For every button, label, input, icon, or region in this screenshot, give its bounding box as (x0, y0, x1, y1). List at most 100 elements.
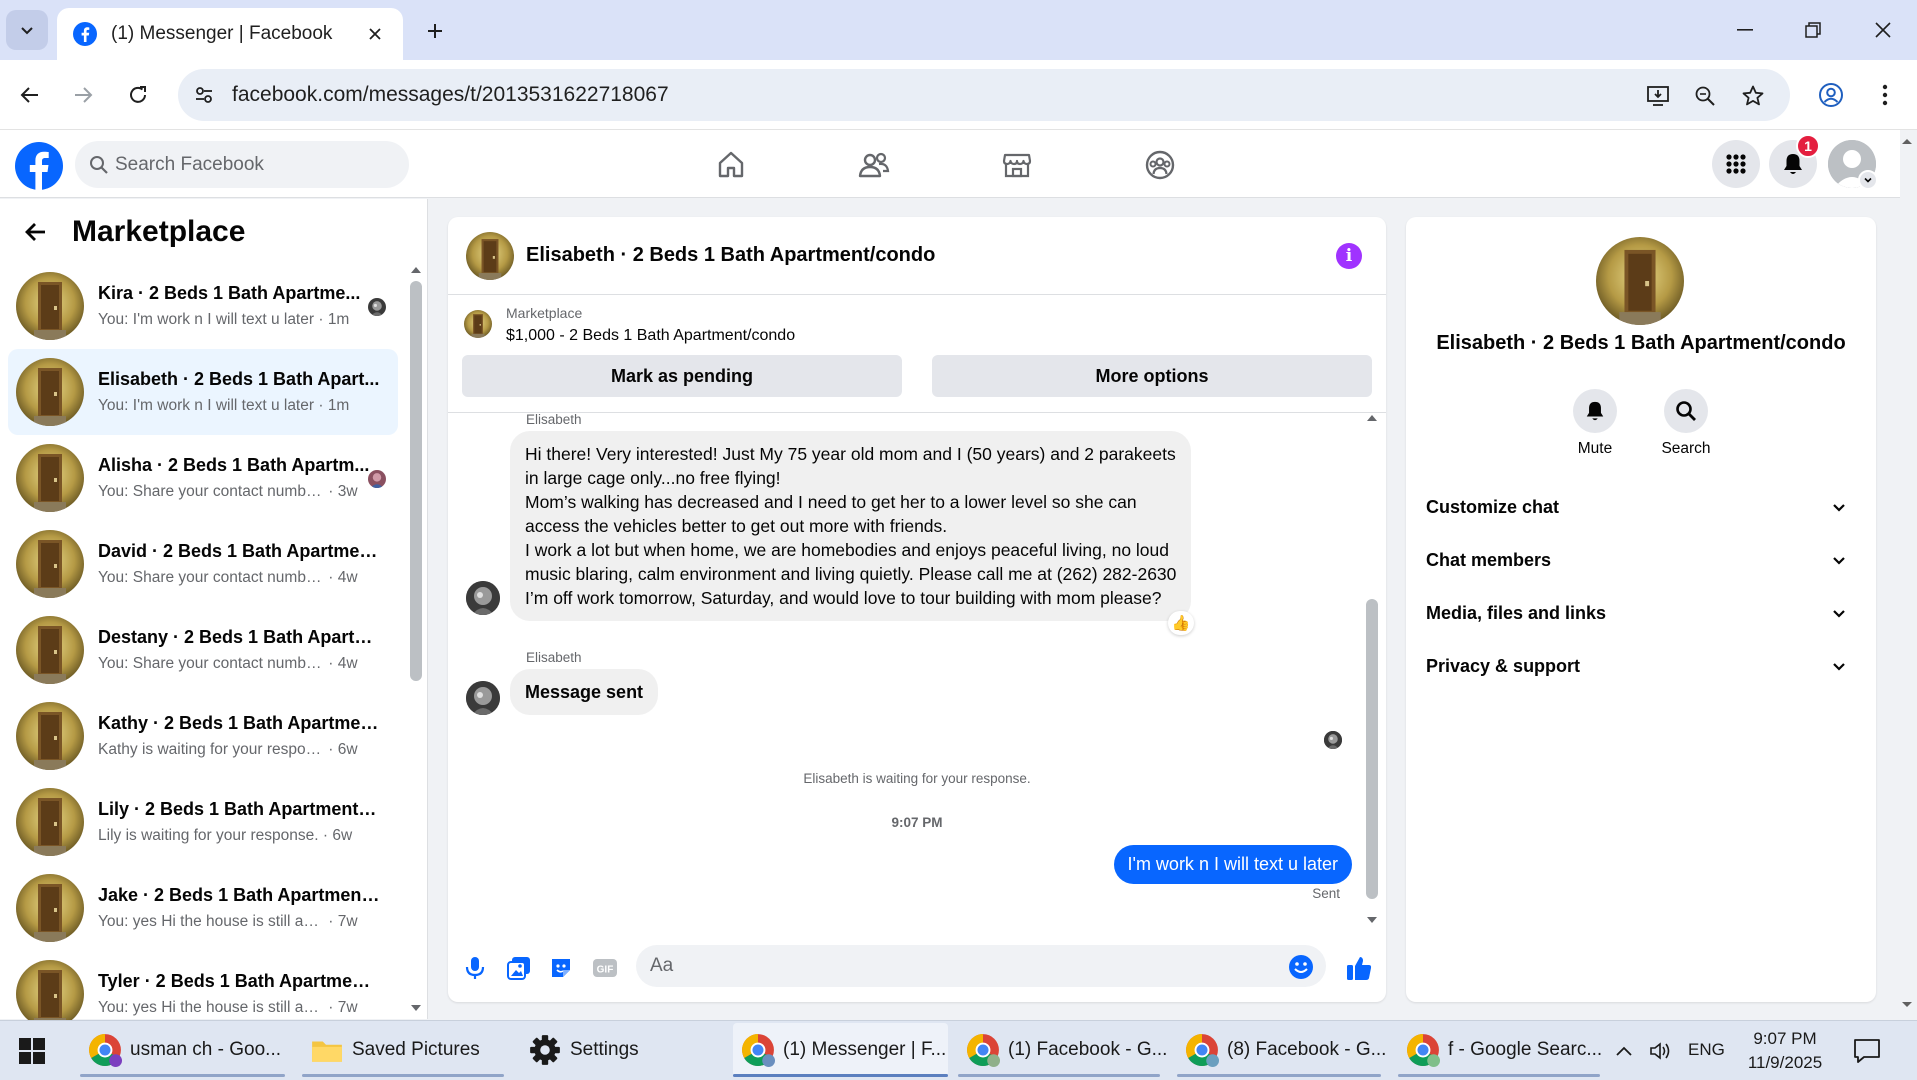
nav-home[interactable] (703, 140, 759, 190)
facebook-search-input[interactable] (115, 141, 395, 188)
privacy-support-row[interactable]: Privacy & support (1418, 642, 1864, 692)
forward-button[interactable] (63, 75, 103, 115)
nav-groups[interactable] (1132, 140, 1188, 190)
conversation-item[interactable]: Jake · 2 Beds 1 Bath Apartment/... You: … (8, 865, 398, 951)
taskbar-settings[interactable]: Settings (520, 1023, 726, 1077)
listing-thumbnail (16, 616, 84, 684)
nav-friends[interactable] (846, 140, 902, 190)
listing-thumbnail (16, 444, 84, 512)
taskbar-chrome-google-search[interactable]: f - Google Searc... (1398, 1023, 1602, 1077)
conversation-time: 4w (337, 569, 358, 586)
more-options-button[interactable]: More options (932, 355, 1372, 397)
close-window-button[interactable] (1858, 12, 1908, 48)
listing-title[interactable]: $1,000 - 2 Beds 1 Bath Apartment/condo (506, 327, 795, 345)
conversation-item[interactable]: Kathy · 2 Beds 1 Bath Apartmen... Kathy … (8, 693, 398, 779)
back-arrow-button[interactable] (20, 216, 52, 248)
conversation-item-active[interactable]: Elisabeth · 2 Beds 1 Bath Apart... You: … (8, 349, 398, 435)
message-input[interactable] (650, 945, 1270, 987)
message-composer: GIF (448, 937, 1386, 997)
gif-icon[interactable]: GIF (590, 953, 620, 983)
windows-start-icon[interactable] (18, 1037, 46, 1065)
customize-chat-row[interactable]: Customize chat (1418, 483, 1864, 533)
emoji-icon[interactable] (1288, 954, 1314, 980)
sidebar-scrollbar[interactable] (410, 281, 422, 681)
install-app-icon[interactable] (1643, 81, 1673, 111)
search-action[interactable]: Search (1646, 389, 1726, 458)
taskbar-chrome-usman[interactable]: usman ch - Goo... (80, 1023, 285, 1077)
back-button[interactable] (10, 75, 50, 115)
message-input-box[interactable] (636, 945, 1326, 987)
seen-avatar (368, 298, 386, 316)
sidebar-scroll-down-arrow[interactable] (410, 1003, 422, 1013)
taskbar-chrome-facebook-1[interactable]: (1) Facebook - G... (958, 1023, 1167, 1077)
new-tab-button[interactable] (420, 16, 450, 46)
info-panel-title: Elisabeth · 2 Beds 1 Bath Apartment/cond… (1436, 332, 1846, 354)
groups-icon (1145, 150, 1175, 180)
conversation-item[interactable]: Destany · 2 Beds 1 Bath Apartm... You: S… (8, 607, 398, 693)
photo-attach-icon[interactable] (504, 953, 534, 983)
taskbar-clock[interactable]: 9:07 PM 11/9/2025 (1740, 1027, 1830, 1075)
browser-tab-active[interactable]: (1) Messenger | Facebook (57, 8, 403, 60)
conversation-preview: You: I'm work n I will text u later (98, 311, 315, 328)
address-bar[interactable]: facebook.com/messages/t/2013531622718067 (178, 69, 1790, 121)
page-scroll-down-arrow[interactable] (1900, 1000, 1914, 1010)
url-text[interactable]: facebook.com/messages/t/2013531622718067 (232, 83, 669, 107)
close-tab-icon[interactable] (363, 22, 387, 46)
restore-window-button[interactable] (1788, 12, 1838, 48)
microphone-icon[interactable] (460, 953, 490, 983)
input-language[interactable]: ENG (1688, 1040, 1725, 1060)
media-files-links-row[interactable]: Media, files and links (1418, 589, 1864, 639)
taskbar-chrome-messenger[interactable]: (1) Messenger | F... (733, 1023, 948, 1077)
conversation-item[interactable]: David · 2 Beds 1 Bath Apartmen... You: S… (8, 521, 398, 607)
sticker-icon[interactable] (546, 953, 576, 983)
conversation-time: 6w (332, 827, 353, 844)
taskbar-chrome-facebook-8[interactable]: (8) Facebook - G... (1177, 1023, 1386, 1077)
mark-as-pending-button[interactable]: Mark as pending (462, 355, 902, 397)
conversation-item[interactable]: Kira · 2 Beds 1 Bath Apartme... You: I'm… (8, 263, 398, 349)
zoom-icon[interactable] (1690, 81, 1720, 111)
chat-title[interactable]: Elisabeth · 2 Beds 1 Bath Apartment/cond… (526, 244, 935, 267)
tab-list-button[interactable] (6, 10, 48, 50)
thumbs-up-reaction[interactable]: 👍 (1168, 611, 1194, 635)
chat-scrollbar[interactable] (1366, 599, 1378, 899)
minimize-window-button[interactable] (1720, 12, 1770, 48)
sender-avatar[interactable] (466, 681, 500, 715)
incoming-message-bubble[interactable]: Message sent (510, 669, 659, 715)
outgoing-message-bubble[interactable]: I'm work n I will text u later (1113, 845, 1352, 884)
account-chevron-icon[interactable] (1858, 170, 1878, 190)
conversation-item[interactable]: Lily · 2 Beds 1 Bath Apartment/c... Lily… (8, 779, 398, 865)
menu-button[interactable] (1712, 140, 1760, 188)
reload-button[interactable] (118, 75, 158, 115)
seen-avatar (368, 470, 386, 488)
nav-marketplace[interactable] (989, 140, 1045, 190)
mute-action[interactable]: Mute (1555, 389, 1635, 458)
bookmark-star-icon[interactable] (1738, 81, 1768, 111)
listing-thumbnail (16, 530, 84, 598)
page-scroll-up-arrow[interactable] (1900, 136, 1914, 146)
taskbar-label: Settings (570, 1039, 639, 1060)
arrow-left-icon (20, 87, 38, 103)
chat-scroll-up-arrow[interactable] (1366, 413, 1378, 423)
facebook-logo-icon[interactable] (15, 142, 63, 190)
incoming-message-bubble[interactable]: Hi there! Very interested! Just My 75 ye… (510, 431, 1192, 621)
account-button[interactable] (1811, 75, 1851, 115)
facebook-header: 1 (0, 130, 1900, 198)
chat-scroll-down-arrow[interactable] (1366, 915, 1378, 925)
facebook-search-box[interactable] (75, 141, 409, 188)
notification-center-icon[interactable] (1852, 1037, 1882, 1065)
sender-avatar[interactable] (466, 581, 500, 615)
browser-tab-bar: (1) Messenger | Facebook (0, 0, 1917, 60)
row-label: Customize chat (1426, 497, 1560, 517)
speaker-icon[interactable] (1648, 1039, 1672, 1063)
sidebar-scroll-up-arrow[interactable] (410, 265, 422, 275)
browser-menu-button[interactable] (1865, 75, 1905, 115)
site-info-icon[interactable] (188, 79, 220, 111)
chat-listing-thumbnail[interactable] (466, 232, 514, 280)
sidebar-title: Marketplace (72, 215, 246, 248)
like-thumbs-up-icon[interactable] (1344, 953, 1374, 983)
chat-members-row[interactable]: Chat members (1418, 536, 1864, 586)
taskbar-saved-pictures[interactable]: Saved Pictures (302, 1023, 504, 1077)
conversation-item[interactable]: Alisha · 2 Beds 1 Bath Apartm... You: Sh… (8, 435, 398, 521)
info-icon[interactable]: i (1336, 243, 1362, 269)
chevron-up-icon[interactable] (1612, 1039, 1636, 1063)
